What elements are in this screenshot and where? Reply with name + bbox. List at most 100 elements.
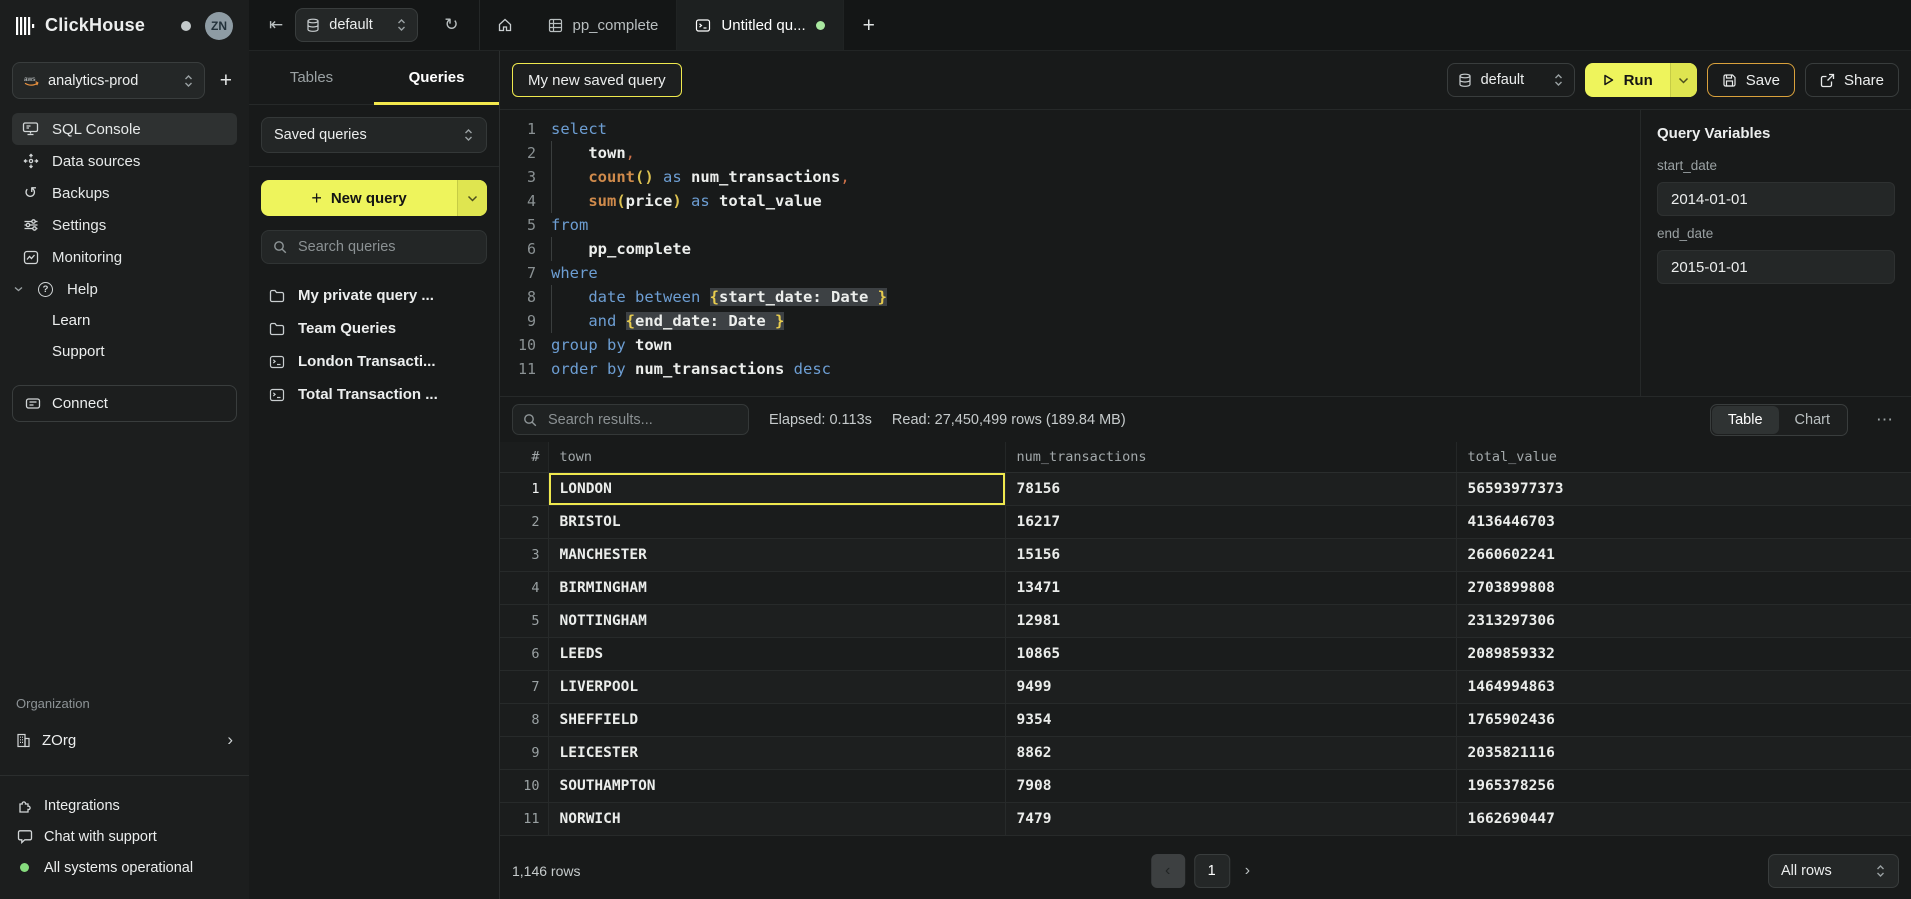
view-table-button[interactable]: Table [1712,406,1779,434]
column-header-index[interactable]: # [500,442,548,472]
home-icon[interactable] [497,17,513,33]
collapse-sidebar-icon[interactable]: ⇤ [269,15,283,35]
table-cell[interactable]: 8862 [1005,736,1456,769]
table-cell[interactable]: 16217 [1005,505,1456,538]
sidebar-item-support[interactable]: Support [12,336,237,367]
table-cell[interactable]: 2703899808 [1456,571,1911,604]
sidebar-item-chat-support[interactable]: Chat with support [16,821,233,852]
search-results-input[interactable] [546,411,738,429]
table-cell[interactable]: 1965378256 [1456,769,1911,802]
list-item-team-queries[interactable]: Team Queries [261,312,487,345]
sql-editor[interactable]: 1select2 town,3 count() as num_transacti… [500,110,1640,396]
run-database-selector[interactable]: default [1447,63,1575,97]
sidebar-item-integrations[interactable]: Integrations [16,790,233,821]
table-cell[interactable]: 1765902436 [1456,703,1911,736]
table-cell[interactable]: 7908 [1005,769,1456,802]
topbar-database-selector[interactable]: default [295,8,418,42]
tab-pp-complete[interactable]: pp_complete [530,0,678,50]
table-cell[interactable]: MANCHESTER [548,538,1005,571]
share-button[interactable]: Share [1805,63,1899,97]
tab-tables[interactable]: Tables [249,51,374,104]
table-cell[interactable]: 2313297306 [1456,604,1911,637]
sidebar-item-learn[interactable]: Learn [12,305,237,336]
page-number-input[interactable] [1194,854,1230,888]
table-cell[interactable]: NORWICH [548,802,1005,835]
column-header-num_transactions[interactable]: num_transactions [1005,442,1456,472]
table-cell[interactable]: LIVERPOOL [548,670,1005,703]
sidebar-item-backups[interactable]: ↺ Backups [12,177,237,209]
line-number: 2 [512,141,536,165]
organization-row[interactable]: ZOrg › [16,723,233,757]
code-line[interactable]: 8 date between {start_date: Date } [512,285,1640,309]
tab-untitled-query[interactable]: Untitled qu... [677,0,843,50]
sidebar-item-settings[interactable]: Settings [12,209,237,241]
table-cell[interactable]: 2089859332 [1456,637,1911,670]
save-button[interactable]: Save [1707,63,1795,97]
code-line[interactable]: 5from [512,213,1640,237]
user-avatar[interactable]: ZN [205,12,233,40]
table-cell[interactable]: LONDON [548,472,1005,505]
search-queries-input[interactable] [296,238,475,256]
run-button[interactable]: Run [1585,63,1697,97]
table-cell[interactable]: 56593977373 [1456,472,1911,505]
table-cell[interactable]: 7479 [1005,802,1456,835]
table-cell[interactable]: LEEDS [548,637,1005,670]
end-date-input[interactable] [1657,250,1895,284]
table-cell[interactable]: LEICESTER [548,736,1005,769]
table-cell[interactable]: 2660602241 [1456,538,1911,571]
run-options-dropdown[interactable] [1670,63,1697,97]
service-selector[interactable]: aws analytics-prod [12,62,205,99]
column-header-town[interactable]: town [548,442,1005,472]
code-line[interactable]: 11order by num_transactions desc [512,357,1640,381]
refresh-icon[interactable]: ↻ [444,15,458,35]
start-date-input[interactable] [1657,182,1895,216]
new-tab-button[interactable]: + [863,15,875,36]
table-cell[interactable]: 4136446703 [1456,505,1911,538]
code-line[interactable]: 9 and {end_date: Date } [512,309,1640,333]
saved-query-tab[interactable]: My new saved query [512,63,682,97]
code-text: pp_complete [551,237,691,261]
code-line[interactable]: 7where [512,261,1640,285]
table-cell[interactable]: 12981 [1005,604,1456,637]
tab-queries[interactable]: Queries [374,51,499,104]
new-query-button[interactable]: + New query [261,180,487,216]
code-line[interactable]: 4 sum(price) as total_value [512,189,1640,213]
add-service-button[interactable]: + [215,70,237,91]
sidebar-item-sql-console[interactable]: SQL Console [12,113,237,145]
table-cell[interactable]: 1464994863 [1456,670,1911,703]
system-status[interactable]: All systems operational [16,852,233,883]
list-item-london-transactions[interactable]: London Transacti... [261,345,487,378]
sidebar-item-data-sources[interactable]: Data sources [12,145,237,177]
table-cell[interactable]: BRISTOL [548,505,1005,538]
table-cell[interactable]: 13471 [1005,571,1456,604]
table-cell[interactable]: 10865 [1005,637,1456,670]
connect-button[interactable]: Connect [12,385,237,422]
table-cell[interactable]: 1662690447 [1456,802,1911,835]
saved-queries-selector[interactable]: Saved queries [261,117,487,153]
table-cell[interactable]: SOUTHAMPTON [548,769,1005,802]
table-cell[interactable]: 9354 [1005,703,1456,736]
table-cell[interactable]: 15156 [1005,538,1456,571]
code-line[interactable]: 3 count() as num_transactions, [512,165,1640,189]
view-chart-button[interactable]: Chart [1779,406,1846,434]
table-cell[interactable]: 2035821116 [1456,736,1911,769]
more-options-icon[interactable]: ⋯ [1876,410,1893,430]
sidebar-item-help[interactable]: ? Help [12,273,237,305]
sidebar-item-monitoring[interactable]: Monitoring [12,241,237,273]
column-header-total_value[interactable]: total_value [1456,442,1911,472]
table-cell[interactable]: BIRMINGHAM [548,571,1005,604]
table-cell[interactable]: 78156 [1005,472,1456,505]
page-size-selector[interactable]: All rows [1768,854,1899,888]
table-cell[interactable]: NOTTINGHAM [548,604,1005,637]
code-line[interactable]: 2 town, [512,141,1640,165]
table-cell[interactable]: SHEFFIELD [548,703,1005,736]
new-query-dropdown[interactable] [457,180,487,216]
list-item-total-transactions[interactable]: Total Transaction ... [261,378,487,411]
code-line[interactable]: 10group by town [512,333,1640,357]
next-page-button[interactable]: › [1239,862,1256,880]
code-line[interactable]: 6 pp_complete [512,237,1640,261]
table-cell[interactable]: 9499 [1005,670,1456,703]
code-line[interactable]: 1select [512,117,1640,141]
list-item-private-query[interactable]: My private query ... [261,279,487,312]
prev-page-button[interactable]: ‹ [1151,854,1185,888]
